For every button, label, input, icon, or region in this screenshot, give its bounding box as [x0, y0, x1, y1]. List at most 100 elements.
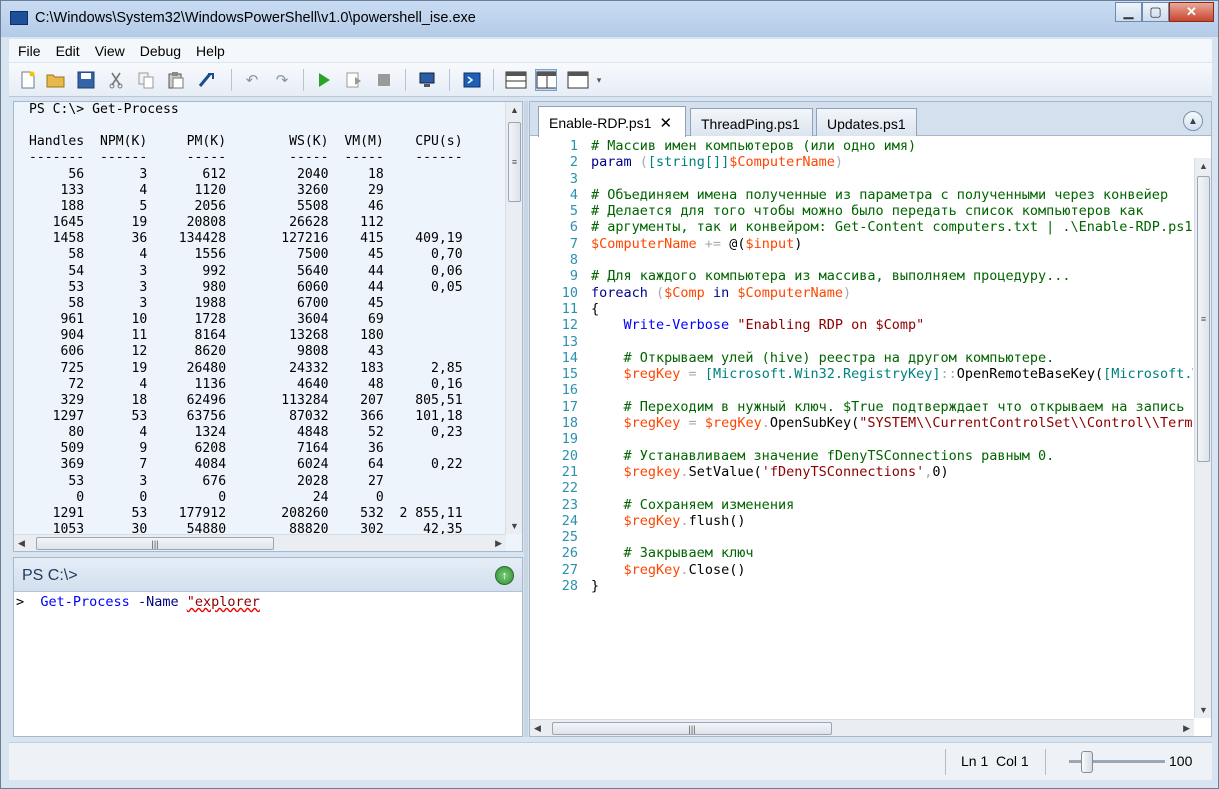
output-pane[interactable]: PS C:\> Get-Process Handles NPM(K) PM(K)…	[13, 101, 523, 552]
open-folder-icon[interactable]	[45, 69, 67, 91]
layout-right-icon[interactable]	[535, 69, 557, 91]
editor-tabs: Enable-RDP.ps1 ✕ ThreadPing.ps1 Updates.p…	[530, 102, 1211, 137]
editor-scroll-up-icon[interactable]: ▲	[1199, 161, 1208, 171]
input-parameter: -Name	[137, 594, 179, 610]
zoom-level: 100	[1169, 753, 1193, 769]
redo-icon[interactable]: ↷	[271, 69, 293, 91]
code-line: Write-Verbose "Enabling RDP on $Comp"	[623, 317, 925, 334]
menu-bar: File Edit View Debug Help	[9, 39, 1212, 62]
code-line: param ([string[]]$ComputerName)	[591, 154, 844, 171]
command-pane[interactable]: PS C:\> ↑ > Get-Process -Name "explorer	[13, 557, 523, 737]
code-editor[interactable]: 1 2 3 4 5 6 7 8 9 10 11 12 13 14 15 16 1…	[530, 138, 1193, 719]
status-bar: Ln 1 Col 1 100	[9, 742, 1212, 780]
title-bar[interactable]: C:\Windows\System32\WindowsPowerShell\v1…	[1, 1, 1218, 37]
status-line: Ln 1	[961, 753, 989, 769]
console-output-text: PS C:\> Get-Process Handles NPM(K) PM(K)…	[29, 102, 463, 538]
script-source: # Массив имен компьютеров (или одно имя)…	[591, 138, 1193, 594]
remote-powershell-icon[interactable]	[417, 69, 439, 91]
output-hscroll-thumb[interactable]: |||	[36, 537, 274, 550]
scroll-right-arrow-icon[interactable]: ▶	[495, 538, 502, 549]
scroll-left-arrow-icon[interactable]: ◀	[18, 538, 25, 549]
zoom-slider-thumb[interactable]	[1081, 751, 1093, 773]
code-line: foreach ($Comp in $ComputerName)	[591, 284, 852, 301]
input-argument: "explorer	[186, 594, 260, 610]
editor-scroll-left-icon[interactable]: ◀	[534, 723, 541, 734]
editor-vertical-scrollbar[interactable]: ▲ ≡ ▼	[1194, 158, 1211, 718]
menu-view[interactable]: View	[95, 43, 125, 59]
clear-icon[interactable]	[195, 69, 217, 91]
window-title: C:\Windows\System32\WindowsPowerShell\v1…	[35, 10, 476, 26]
scroll-down-arrow-icon[interactable]: ▼	[510, 521, 519, 531]
code-line: $regKey.flush()	[623, 512, 746, 529]
layout-top-icon[interactable]	[505, 69, 527, 91]
code-line: # Делается для того чтобы можно было пер…	[591, 203, 1144, 220]
editor-scroll-right-icon[interactable]: ▶	[1183, 723, 1190, 734]
code-line: $ComputerName += @($input)	[591, 235, 803, 252]
powershell-console-icon[interactable]	[461, 69, 483, 91]
input-command: Get-Process	[40, 594, 130, 610]
tab-updates[interactable]: Updates.ps1	[816, 108, 917, 136]
code-line: # аргументы, так и конвейром: Get-Conten…	[591, 219, 1193, 236]
minimize-button[interactable]: ▁	[1115, 2, 1142, 22]
code-line: # Устанавливаем значение fDenyTSConnecti…	[623, 447, 1055, 464]
code-line: # Закрываем ключ	[623, 545, 754, 562]
copy-icon[interactable]	[135, 69, 157, 91]
code-line: # Переходим в нужный ключ. $True подтвер…	[623, 398, 1185, 415]
code-line: $regKey = $regKey.OpenSubKey("SYSTEM\\Cu…	[623, 415, 1193, 432]
close-tab-icon[interactable]: ✕	[659, 115, 672, 132]
menu-help[interactable]: Help	[196, 43, 225, 59]
close-button[interactable]: ✕	[1169, 2, 1214, 22]
collapse-pane-icon[interactable]: ▲	[1183, 111, 1203, 131]
code-line: # Открываем улей (hive) реестра на друго…	[623, 349, 1055, 366]
line-numbers: 1 2 3 4 5 6 7 8 9 10 11 12 13 14 15 16 1…	[561, 138, 578, 595]
maximize-button[interactable]: ▢	[1142, 2, 1169, 22]
save-icon[interactable]	[75, 69, 97, 91]
command-pane-header: PS C:\> ↑	[14, 558, 522, 592]
editor-scroll-down-icon[interactable]: ▼	[1199, 705, 1208, 715]
run-icon[interactable]	[313, 69, 335, 91]
script-editor-pane: Enable-RDP.ps1 ✕ ThreadPing.ps1 Updates.p…	[529, 101, 1212, 737]
layout-maximized-icon[interactable]	[567, 69, 589, 91]
menu-file[interactable]: File	[18, 43, 41, 59]
menu-debug[interactable]: Debug	[140, 43, 181, 59]
code-line: $regKey = [Microsoft.Win32.RegistryKey]:…	[623, 366, 1193, 383]
run-command-icon[interactable]: ↑	[495, 566, 514, 585]
tab-enable-rdp[interactable]: Enable-RDP.ps1 ✕	[538, 106, 686, 137]
code-line: }	[591, 578, 600, 595]
run-selection-icon[interactable]	[343, 69, 365, 91]
output-vertical-scrollbar[interactable]: ▲ ≡ ▼	[505, 102, 522, 534]
code-line: # Сохраняем изменения	[623, 496, 795, 513]
toolbar-overflow-icon[interactable]: ▾	[593, 69, 605, 91]
editor-hscroll-thumb[interactable]: |||	[552, 722, 832, 735]
code-line: # Для каждого компьютера из массива, вып…	[591, 268, 1071, 285]
code-line: # Массив имен компьютеров (или одно имя)	[591, 138, 917, 154]
editor-horizontal-scrollbar[interactable]: ◀ ||| ▶	[530, 719, 1194, 736]
code-line: # Объединяем имена полученные из парамет…	[591, 186, 1169, 203]
cut-icon[interactable]	[105, 69, 127, 91]
pane-splitter[interactable]	[524, 101, 528, 737]
toolbar: ↶ ↷ ▾	[9, 63, 1212, 97]
input-prefix: >	[16, 594, 25, 610]
editor-scroll-thumb[interactable]: ≡	[1197, 176, 1210, 462]
output-scroll-thumb[interactable]: ≡	[508, 122, 521, 202]
new-file-icon[interactable]	[17, 69, 39, 91]
command-prompt-label: PS C:\>	[22, 567, 78, 584]
menu-edit[interactable]: Edit	[56, 43, 80, 59]
paste-icon[interactable]	[165, 69, 187, 91]
code-line: $regKey.Close()	[623, 561, 746, 578]
status-column: Col 1	[996, 753, 1029, 769]
scroll-up-arrow-icon[interactable]: ▲	[510, 105, 519, 115]
tab-threadping[interactable]: ThreadPing.ps1	[690, 108, 813, 136]
output-horizontal-scrollbar[interactable]: ◀ ||| ▶	[14, 534, 506, 551]
command-input[interactable]: > Get-Process -Name "explorer	[16, 594, 260, 610]
code-line: $regkey.SetValue('fDenyTSConnections',0)	[623, 463, 949, 480]
undo-icon[interactable]: ↶	[241, 69, 263, 91]
stop-icon[interactable]	[373, 69, 395, 91]
